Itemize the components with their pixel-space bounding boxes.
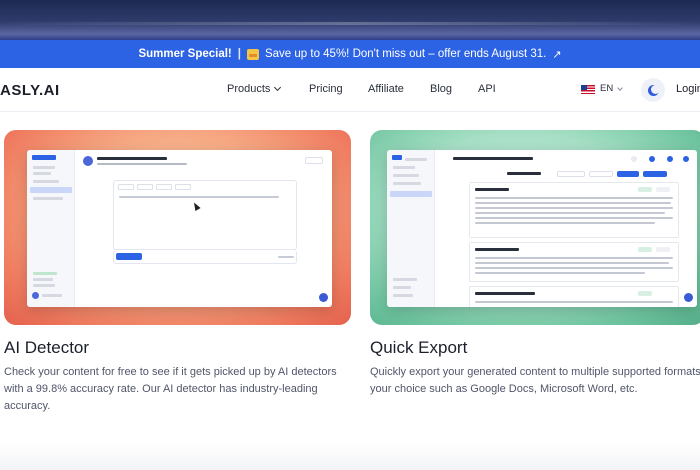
nav-pricing[interactable]: Pricing — [309, 83, 343, 95]
promo-separator: | — [237, 48, 241, 60]
theme-toggle-button[interactable] — [641, 78, 665, 102]
nav-products-label: Products — [227, 83, 271, 95]
browser-top-strip — [0, 0, 700, 40]
ai-detector-description: Check your content for free to see if it… — [4, 366, 337, 412]
quick-export-title: Quick Export — [370, 338, 468, 357]
quick-export-screenshot — [387, 150, 697, 307]
promo-headline: Summer Special! — [138, 48, 232, 60]
nav-blog[interactable]: Blog — [430, 83, 452, 95]
ai-detector-preview — [4, 130, 351, 325]
quick-export-preview — [370, 130, 700, 325]
section-bottom-fade — [0, 442, 700, 470]
tada-icon — [246, 48, 259, 60]
preview-sidebar — [387, 150, 435, 307]
features-section: AI Detector Check your content for free … — [0, 112, 700, 470]
nav-api[interactable]: API — [478, 83, 496, 95]
main-navbar: ASLY.AI Products Pricing Affiliate Blog … — [0, 68, 700, 112]
promo-message: Save up to 45%! Don't miss out – offer e… — [264, 48, 547, 60]
site-logo[interactable]: ASLY.AI — [0, 82, 60, 99]
preview-sidebar — [27, 150, 75, 307]
ai-detector-screenshot — [27, 150, 332, 307]
chevron-down-icon — [617, 85, 624, 91]
moon-icon — [651, 85, 660, 94]
us-flag-icon[interactable] — [581, 85, 595, 94]
external-link-icon[interactable]: ↗ — [552, 48, 561, 61]
chevron-down-icon — [274, 83, 282, 92]
language-label: EN — [600, 83, 614, 94]
quick-export-description: Quickly export your generated content to… — [370, 366, 700, 395]
login-link[interactable]: Login — [676, 83, 700, 95]
language-selector[interactable]: EN — [600, 83, 624, 94]
nav-products[interactable]: Products — [227, 83, 282, 95]
ai-detector-title: AI Detector — [4, 338, 90, 357]
nav-affiliate[interactable]: Affiliate — [368, 83, 404, 95]
promo-banner[interactable]: Summer Special! | Save up to 45%! Don't … — [0, 40, 700, 68]
